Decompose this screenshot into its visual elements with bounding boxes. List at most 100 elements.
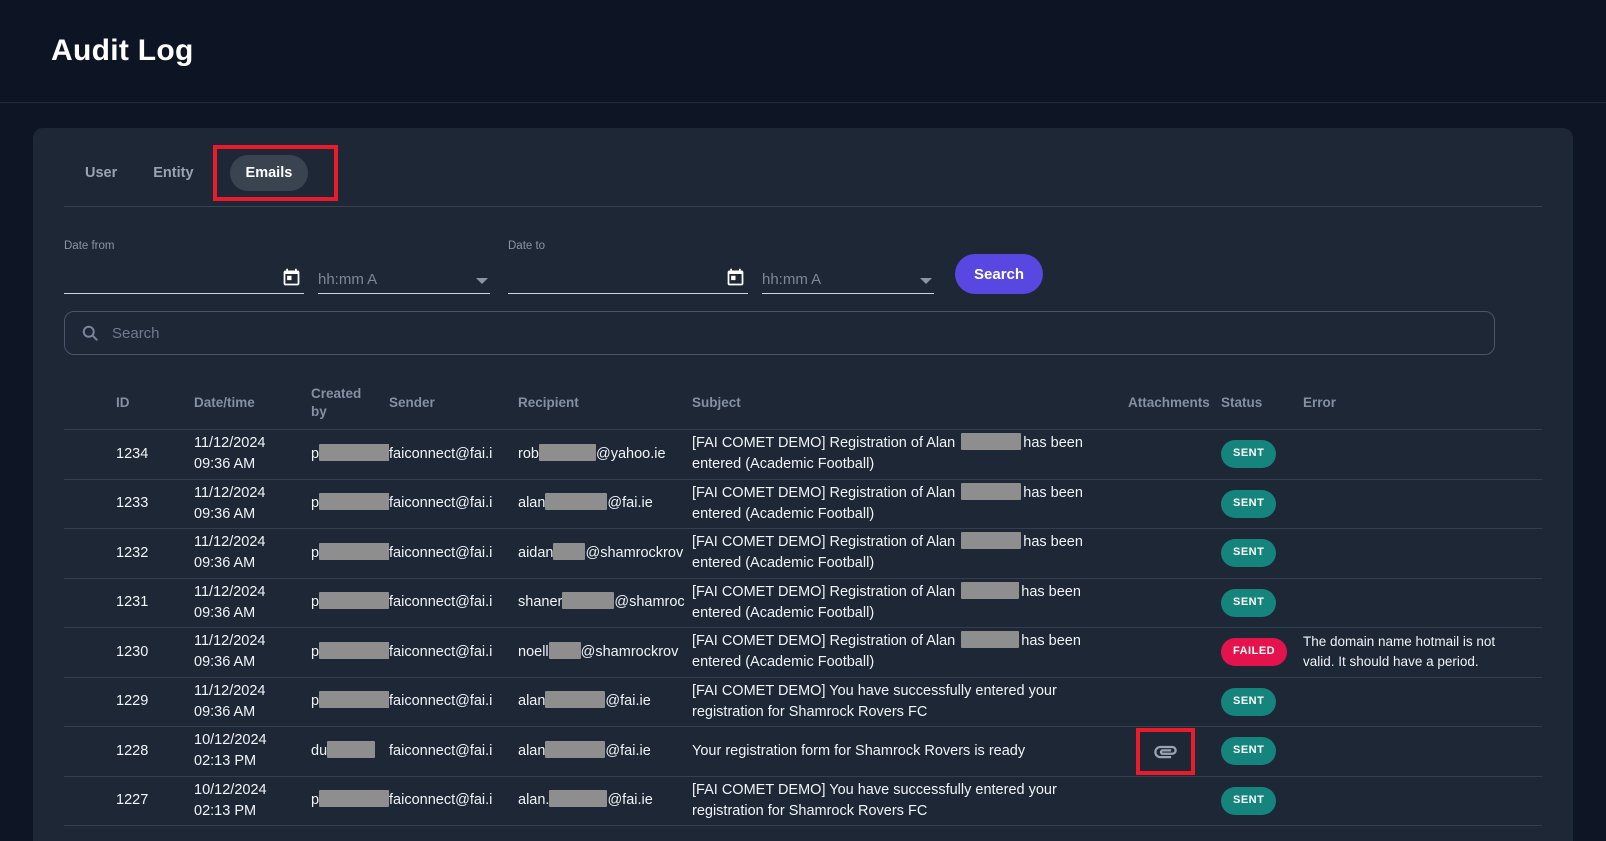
time-to-input[interactable] [762,271,918,288]
table-row: 122810/12/202402:13 PMdufaiconnect@fai.i… [64,726,1542,776]
row-id: 1228 [116,743,148,759]
row-status-cell: FAILED [1221,638,1303,666]
email-subject: [FAI COMET DEMO] Registration of Alan [692,584,955,600]
email-subject: [FAI COMET DEMO] Registration of Alan [692,485,955,501]
subject-redaction-box [961,433,1021,450]
recipient-prefix: aidan [518,545,553,561]
column-header-error: Error [1303,394,1542,412]
sender-email: faiconnect@fai.i [389,743,492,759]
recipient-prefix: noell [518,644,549,660]
row-id-cell: 1232 [116,543,194,564]
status-badge: SENT [1221,490,1276,518]
time-from-input[interactable] [318,271,474,288]
row-id-cell: 1230 [116,642,194,663]
tab-entity[interactable]: Entity [153,155,193,191]
status-badge: SENT [1221,589,1276,617]
row-sender-cell: faiconnect@fai.i [389,592,518,613]
email-subject: [FAI COMET DEMO] Registration of Alan [692,534,955,550]
attachment-button[interactable] [1152,738,1179,765]
recipient-redaction-box [553,543,585,560]
row-id-cell: 1234 [116,444,194,465]
tab-emails[interactable]: Emails [230,155,309,191]
tabs-divider [64,206,1542,207]
row-created-by-cell: p [311,790,389,811]
status-badge: SENT [1221,787,1276,815]
column-header-status: Status [1221,394,1303,412]
row-time: 09:36 AM [194,652,299,673]
row-created-by-cell: p [311,642,389,663]
subject-redaction-box [961,631,1019,648]
row-sender-cell: faiconnect@fai.i [389,691,518,712]
recipient-suffix: @fai.ie [605,743,650,759]
status-badge: SENT [1221,440,1276,468]
row-id: 1230 [116,644,148,660]
table-search-input[interactable] [112,325,1479,342]
column-header-datetime: Date/time [194,394,311,412]
date-from-input[interactable] [64,271,279,288]
row-created-by-cell: p [311,691,389,712]
row-created-by-cell: p [311,592,389,613]
error-message: The domain name hotmail is not valid. It… [1303,634,1495,669]
sender-email: faiconnect@fai.i [389,792,492,808]
created-by-redaction-box [327,741,375,758]
row-id: 1234 [116,446,148,462]
audit-log-panel: User Entity Emails Date from [33,128,1573,841]
recipient-redaction-box [545,493,607,510]
calendar-icon[interactable] [279,267,304,288]
created-by-visible: p [311,446,319,462]
tab-emails-wrap: Emails [230,155,309,191]
row-id: 1231 [116,594,148,610]
row-id-cell: 1229 [116,691,194,712]
row-attachments-cell [1128,728,1221,775]
sender-email: faiconnect@fai.i [389,594,492,610]
created-by-redaction-box [319,444,389,461]
date-to-input[interactable] [508,271,723,288]
row-recipient-cell: aidan@shamrockrov [518,543,692,564]
tab-user[interactable]: User [85,155,117,191]
table-search-box [64,311,1495,355]
email-subject: [FAI COMET DEMO] Registration of Alan [692,435,955,451]
table-header-row: ID Date/time Created by Sender Recipient… [64,377,1542,429]
row-subject-cell: [FAI COMET DEMO] You have successfully e… [692,780,1128,822]
row-sender-cell: faiconnect@fai.i [389,741,518,762]
row-time: 09:36 AM [194,702,299,723]
row-datetime-cell: 11/12/202409:36 AM [194,582,311,624]
row-sender-cell: faiconnect@fai.i [389,493,518,514]
row-subject-cell: [FAI COMET DEMO] Registration of Alanhas… [692,582,1128,624]
row-created-by-cell: p [311,444,389,465]
row-subject-cell: Your registration form for Shamrock Rove… [692,741,1128,762]
recipient-suffix: @shamroc [614,594,684,610]
row-recipient-cell: alan@fai.ie [518,741,692,762]
table-row: 122710/12/202402:13 PMpfaiconnect@fai.ia… [64,776,1542,826]
chevron-down-icon[interactable] [918,278,934,288]
search-button[interactable]: Search [955,254,1043,294]
recipient-redaction-box [549,642,581,659]
recipient-suffix: @fai.ie [605,693,650,709]
chevron-down-icon[interactable] [474,278,490,288]
row-error-cell: The domain name hotmail is not valid. It… [1303,632,1542,673]
row-date: 11/12/2024 [194,631,299,652]
recipient-redaction-box [545,691,605,708]
email-subject: [FAI COMET DEMO] Registration of Alan [692,633,955,649]
row-id-cell: 1228 [116,741,194,762]
row-recipient-cell: alan@fai.ie [518,691,692,712]
row-status-cell: SENT [1221,490,1303,518]
created-by-redaction-box [319,493,389,510]
row-time: 09:36 AM [194,504,299,525]
column-header-sender: Sender [389,394,518,412]
date-from-label: Date from [64,240,304,252]
row-id-cell: 1231 [116,592,194,613]
search-icon [80,323,100,343]
calendar-icon[interactable] [723,267,748,288]
time-from-field [318,264,490,294]
sender-email: faiconnect@fai.i [389,693,492,709]
row-date: 11/12/2024 [194,483,299,504]
row-sender-cell: faiconnect@fai.i [389,444,518,465]
row-sender-cell: faiconnect@fai.i [389,642,518,663]
recipient-redaction-box [562,592,614,609]
row-id-cell: 1233 [116,493,194,514]
table-row: 122911/12/202409:36 AMpfaiconnect@fai.ia… [64,677,1542,727]
row-id: 1227 [116,792,148,808]
created-by-visible: p [311,693,319,709]
row-sender-cell: faiconnect@fai.i [389,790,518,811]
